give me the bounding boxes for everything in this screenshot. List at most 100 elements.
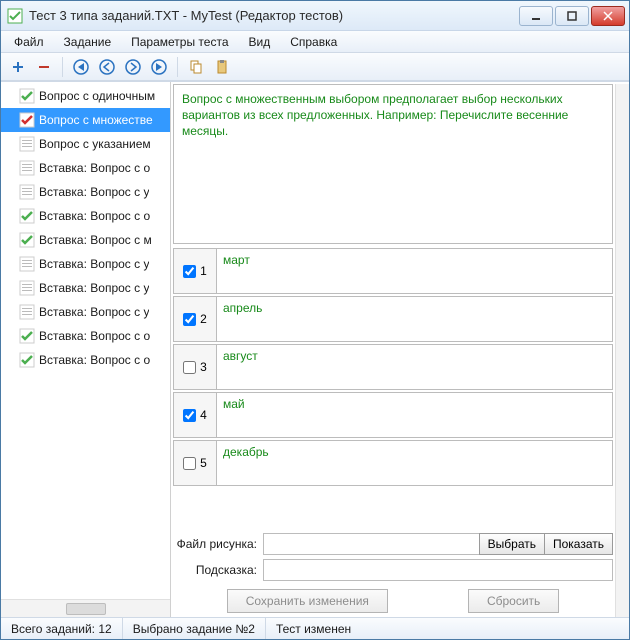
tree-item-label: Вопрос с одиночным — [39, 89, 155, 103]
answer-text-field[interactable]: декабрь — [217, 440, 613, 486]
tree-item[interactable]: Вставка: Вопрос с у — [1, 276, 170, 300]
tree-item-label: Вставка: Вопрос с о — [39, 209, 150, 223]
check-icon — [19, 112, 35, 128]
nav-next-icon[interactable] — [122, 56, 144, 78]
maximize-button[interactable] — [555, 6, 589, 26]
check-icon — [19, 88, 35, 104]
answer-header: 1 — [173, 248, 217, 294]
tree-item-label: Вставка: Вопрос с о — [39, 329, 150, 343]
answer-checkbox[interactable] — [183, 265, 196, 278]
toolbar-separator — [177, 57, 178, 77]
answer-checkbox[interactable] — [183, 457, 196, 470]
tree-item[interactable]: Вопрос с множестве — [1, 108, 170, 132]
reset-button[interactable]: Сбросить — [468, 589, 559, 613]
tree-item-label: Вставка: Вопрос с у — [39, 305, 149, 319]
tree-item-label: Вставка: Вопрос с м — [39, 233, 152, 247]
menu-help[interactable]: Справка — [281, 32, 346, 52]
answer-header: 3 — [173, 344, 217, 390]
tree-item[interactable]: Вставка: Вопрос с у — [1, 180, 170, 204]
nav-first-icon[interactable] — [70, 56, 92, 78]
menu-params[interactable]: Параметры теста — [122, 32, 237, 52]
answer-number: 4 — [200, 408, 207, 422]
answer-text-field[interactable]: апрель — [217, 296, 613, 342]
titlebar: Тест 3 типа заданий.TXT - MyTest (Редакт… — [1, 1, 629, 31]
answer-text-field[interactable]: март — [217, 248, 613, 294]
menu-file[interactable]: Файл — [5, 32, 53, 52]
answer-text-field[interactable]: август — [217, 344, 613, 390]
choose-image-button[interactable]: Выбрать — [479, 533, 545, 555]
nav-prev-icon[interactable] — [96, 56, 118, 78]
tree-item-label: Вставка: Вопрос с о — [39, 161, 150, 175]
menubar: Файл Задание Параметры теста Вид Справка — [1, 31, 629, 53]
tree-item[interactable]: Вставка: Вопрос с м — [1, 228, 170, 252]
answer-row: 5 декабрь — [173, 440, 613, 486]
app-icon — [7, 8, 23, 24]
answer-row: 1 март — [173, 248, 613, 294]
toolbar — [1, 53, 629, 81]
image-file-field[interactable] — [263, 533, 480, 555]
answer-number: 5 — [200, 456, 207, 470]
tree-item[interactable]: Вставка: Вопрос с о — [1, 324, 170, 348]
menu-view[interactable]: Вид — [240, 32, 280, 52]
check-icon — [19, 328, 35, 344]
check-icon — [19, 304, 35, 320]
tree-item-label: Вопрос с указанием — [39, 137, 151, 151]
menu-task[interactable]: Задание — [55, 32, 121, 52]
check-icon — [19, 160, 35, 176]
check-icon — [19, 208, 35, 224]
paste-icon[interactable] — [211, 56, 233, 78]
answer-number: 3 — [200, 360, 207, 374]
answer-header: 4 — [173, 392, 217, 438]
check-icon — [19, 256, 35, 272]
question-text-area[interactable]: Вопрос с множественным выбором предполаг… — [173, 84, 613, 244]
tree-item[interactable]: Вопрос с одиночным — [1, 84, 170, 108]
tree-item-label: Вставка: Вопрос с у — [39, 257, 149, 271]
check-icon — [19, 280, 35, 296]
answer-number: 1 — [200, 264, 207, 278]
answer-checkbox[interactable] — [183, 361, 196, 374]
status-selected: Выбрано задание №2 — [123, 618, 266, 639]
tree-item-label: Вставка: Вопрос с о — [39, 353, 150, 367]
check-icon — [19, 352, 35, 368]
tree-item[interactable]: Вставка: Вопрос с о — [1, 156, 170, 180]
answer-text-field[interactable]: май — [217, 392, 613, 438]
remove-node-icon[interactable] — [33, 56, 55, 78]
nav-last-icon[interactable] — [148, 56, 170, 78]
status-changed: Тест изменен — [266, 618, 629, 639]
answer-header: 5 — [173, 440, 217, 486]
answer-checkbox[interactable] — [183, 313, 196, 326]
answer-number: 2 — [200, 312, 207, 326]
copy-icon[interactable] — [185, 56, 207, 78]
editor-scrollbar[interactable] — [615, 84, 629, 617]
image-file-label: Файл рисунка: — [173, 537, 263, 551]
tree-item-label: Вставка: Вопрос с у — [39, 281, 149, 295]
answer-header: 2 — [173, 296, 217, 342]
tree-item-label: Вставка: Вопрос с у — [39, 185, 149, 199]
tree-item[interactable]: Вставка: Вопрос с о — [1, 204, 170, 228]
tree-item-label: Вопрос с множестве — [39, 113, 153, 127]
tree-item[interactable]: Вставка: Вопрос с о — [1, 348, 170, 372]
question-tree-sidebar: Вопрос с одиночным Вопрос с множестве Вопр… — [1, 82, 171, 617]
check-icon — [19, 184, 35, 200]
tree-item[interactable]: Вставка: Вопрос с у — [1, 300, 170, 324]
save-changes-button[interactable]: Сохранить изменения — [227, 589, 388, 613]
check-icon — [19, 136, 35, 152]
add-node-icon[interactable] — [7, 56, 29, 78]
window-title: Тест 3 типа заданий.TXT - MyTest (Редакт… — [29, 8, 519, 23]
hint-label: Подсказка: — [173, 563, 263, 577]
tree-item[interactable]: Вставка: Вопрос с у — [1, 252, 170, 276]
answer-row: 2 апрель — [173, 296, 613, 342]
minimize-button[interactable] — [519, 6, 553, 26]
show-image-button[interactable]: Показать — [544, 533, 613, 555]
answer-row: 3 август — [173, 344, 613, 390]
hint-field[interactable] — [263, 559, 613, 581]
answer-row: 4 май — [173, 392, 613, 438]
sidebar-scrollbar[interactable] — [1, 599, 170, 617]
answer-checkbox[interactable] — [183, 409, 196, 422]
toolbar-separator — [62, 57, 63, 77]
tree-item[interactable]: Вопрос с указанием — [1, 132, 170, 156]
statusbar: Всего заданий: 12 Выбрано задание №2 Тес… — [1, 617, 629, 639]
editor-panel: Вопрос с множественным выбором предполаг… — [171, 82, 629, 617]
close-button[interactable] — [591, 6, 625, 26]
status-total: Всего заданий: 12 — [1, 618, 123, 639]
